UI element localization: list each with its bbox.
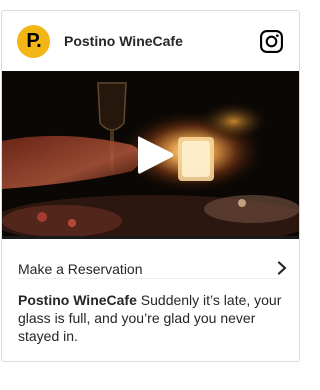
avatar[interactable]: P. — [17, 25, 50, 58]
instagram-post-card: P. Postino WineCafe Make a Reservation P… — [1, 10, 300, 362]
account-name[interactable]: Postino WineCafe — [64, 33, 183, 49]
chevron-right-icon — [277, 261, 287, 275]
post-header: P. Postino WineCafe — [2, 11, 299, 71]
divider — [18, 278, 286, 279]
avatar-logo-text: P. — [26, 30, 41, 52]
video-player[interactable] — [2, 71, 299, 239]
reservation-cta[interactable]: Make a Reservation — [2, 239, 299, 279]
cta-label: Make a Reservation — [18, 261, 143, 277]
caption-username[interactable]: Postino WineCafe — [18, 292, 137, 308]
post-caption: Postino WineCafe Suddenly it’s late, you… — [18, 291, 288, 345]
play-icon[interactable] — [134, 133, 176, 177]
instagram-icon[interactable] — [259, 29, 284, 54]
